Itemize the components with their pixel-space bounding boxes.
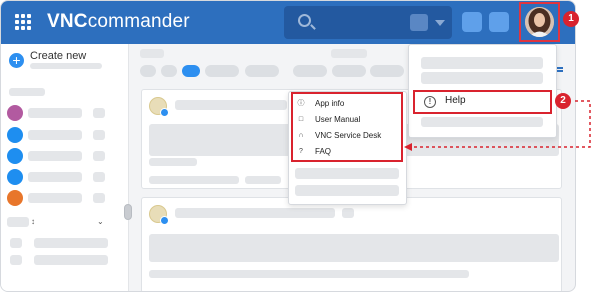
placeholder-label <box>140 49 164 58</box>
placeholder-text <box>175 100 287 110</box>
list-item[interactable] <box>28 130 82 140</box>
callout-badge-1: 1 <box>563 11 579 27</box>
list-item-badge <box>93 108 105 118</box>
contact-avatar[interactable] <box>7 148 23 164</box>
brand-bold: VNC <box>47 11 88 32</box>
list-item-icon <box>10 238 22 248</box>
list-item[interactable] <box>28 151 82 161</box>
placeholder-text <box>421 72 543 84</box>
create-new-button[interactable]: Create new <box>30 50 86 62</box>
filter-pill-active[interactable] <box>182 65 200 77</box>
placeholder-text <box>149 176 239 184</box>
filter-pill[interactable] <box>140 65 156 77</box>
list-item[interactable] <box>34 238 108 248</box>
contact-avatar[interactable] <box>7 127 23 143</box>
filter-dropdown[interactable] <box>293 65 327 77</box>
list-item-badge <box>93 172 105 182</box>
user-avatar-button[interactable] <box>519 2 560 42</box>
chevron-down-icon[interactable]: ⌄ <box>97 217 104 226</box>
filter-dropdown[interactable] <box>245 65 279 77</box>
placeholder-text <box>342 208 354 218</box>
question-icon: ? <box>299 148 303 155</box>
headset-icon: ∩ <box>298 132 304 139</box>
filter-dropdown[interactable] <box>370 65 404 77</box>
avatar <box>525 7 554 37</box>
chevron-down-icon[interactable] <box>435 20 445 26</box>
contact-avatar[interactable] <box>7 169 23 185</box>
list-item[interactable] <box>28 193 82 203</box>
brand-rest: commander <box>87 11 190 32</box>
menu-icon[interactable] <box>557 67 563 72</box>
info-icon: ⓘ <box>297 100 305 107</box>
list-item-icon <box>10 255 22 265</box>
search-filter-chip[interactable] <box>410 14 428 31</box>
avatar <box>149 205 169 225</box>
apps-grid-icon[interactable] <box>15 14 31 30</box>
plus-icon[interactable]: + <box>9 53 24 68</box>
list-item-badge <box>93 193 105 203</box>
sidebar: + Create new ↕ ⌄ <box>1 44 129 291</box>
top-bar: VNCcommander <box>1 1 575 44</box>
placeholder-text <box>149 158 197 166</box>
placeholder-text <box>295 185 399 196</box>
app-logo: VNCcommander <box>47 11 190 33</box>
help-submenu-highlight <box>291 92 403 162</box>
message-card[interactable] <box>141 197 562 291</box>
placeholder-label <box>331 49 367 58</box>
chevron-updown-icon[interactable]: ↕ <box>31 217 35 226</box>
filter-dropdown[interactable] <box>205 65 239 77</box>
document-icon: □ <box>298 116 304 123</box>
filter-dropdown[interactable] <box>332 65 366 77</box>
list-item[interactable] <box>28 172 82 182</box>
search-icon <box>298 14 311 27</box>
list-item-badge <box>93 151 105 161</box>
placeholder-text <box>175 208 335 218</box>
contact-avatar[interactable] <box>7 105 23 121</box>
filter-pill[interactable] <box>161 65 177 77</box>
topbar-action-button[interactable] <box>462 12 482 32</box>
placeholder-select[interactable] <box>7 217 29 227</box>
list-item[interactable] <box>28 108 82 118</box>
list-item-badge <box>93 130 105 140</box>
scrollbar-thumb[interactable] <box>124 204 132 220</box>
placeholder-text <box>30 63 102 69</box>
placeholder-body <box>149 234 559 262</box>
contact-avatar[interactable] <box>7 190 23 206</box>
placeholder-text <box>295 168 399 179</box>
placeholder-heading <box>9 88 45 96</box>
topbar-action-button[interactable] <box>489 12 509 32</box>
placeholder-text <box>245 176 281 184</box>
callout-connector <box>404 100 591 151</box>
list-item[interactable] <box>34 255 108 265</box>
search-input[interactable] <box>284 6 452 39</box>
avatar <box>149 97 169 117</box>
placeholder-text <box>421 57 543 69</box>
placeholder-text <box>149 270 469 278</box>
